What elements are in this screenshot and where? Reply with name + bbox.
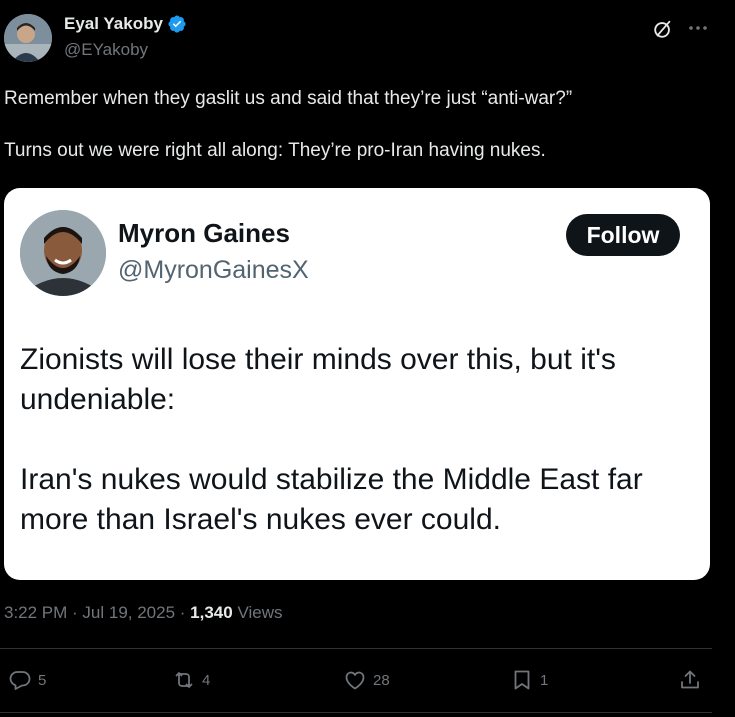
- quoted-author-avatar: [20, 210, 106, 296]
- reply-count: 5: [38, 671, 47, 689]
- author-avatar[interactable]: [4, 14, 52, 62]
- quoted-paragraph: Iran's nukes would stabilize the Middle …: [20, 463, 643, 536]
- grok-icon[interactable]: [652, 18, 674, 40]
- author-name-row: Eyal Yakoby: [64, 14, 187, 34]
- bookmark-button[interactable]: 1: [510, 660, 548, 700]
- quoted-display-name: Myron Gaines: [118, 218, 290, 248]
- bookmark-count: 1: [540, 671, 549, 689]
- more-icon[interactable]: [686, 16, 710, 40]
- divider: [0, 712, 712, 713]
- verified-badge-icon: [168, 15, 186, 33]
- repost-icon: [175, 672, 193, 688]
- tweet-meta: 3:22 PM · Jul 19, 2025 · 1,340 Views: [4, 603, 282, 623]
- quoted-post-image[interactable]: Myron Gaines @MyronGainesX Follow Zionis…: [4, 188, 710, 580]
- repost-button[interactable]: 4: [172, 660, 210, 700]
- divider: [0, 648, 712, 649]
- reply-icon: [9, 671, 31, 690]
- author-display-name[interactable]: Eyal Yakoby: [64, 14, 163, 34]
- like-button[interactable]: 28: [343, 660, 390, 700]
- meta-separator: ·: [67, 603, 83, 622]
- tweet-header: Eyal Yakoby @EYakoby: [0, 0, 735, 70]
- post-date[interactable]: Jul 19, 2025: [82, 603, 175, 623]
- reply-button[interactable]: 5: [8, 660, 46, 700]
- tweet-text: Remember when they gaslit us and said th…: [4, 86, 724, 164]
- meta-separator: ·: [175, 603, 191, 622]
- tweet-paragraph: Turns out we were right all along: They’…: [4, 140, 546, 161]
- follow-button: Follow: [566, 214, 680, 256]
- author-handle[interactable]: @EYakoby: [64, 40, 148, 60]
- like-count: 28: [373, 671, 390, 689]
- quoted-handle: @MyronGainesX: [118, 256, 309, 284]
- quoted-paragraph: Zionists will lose their minds over this…: [20, 343, 616, 416]
- post-time[interactable]: 3:22 PM: [4, 603, 67, 623]
- action-bar: 5 4 28 1: [0, 660, 712, 700]
- views-count: 1,340: [190, 603, 233, 622]
- quoted-text: Zionists will lose their minds over this…: [20, 340, 700, 540]
- bookmark-icon: [514, 670, 530, 690]
- like-icon: [345, 671, 365, 690]
- views-label: Views: [232, 603, 283, 622]
- repost-count: 4: [202, 671, 211, 689]
- share-icon: [681, 670, 699, 689]
- share-button[interactable]: [678, 660, 702, 700]
- tweet-paragraph: Remember when they gaslit us and said th…: [4, 88, 573, 109]
